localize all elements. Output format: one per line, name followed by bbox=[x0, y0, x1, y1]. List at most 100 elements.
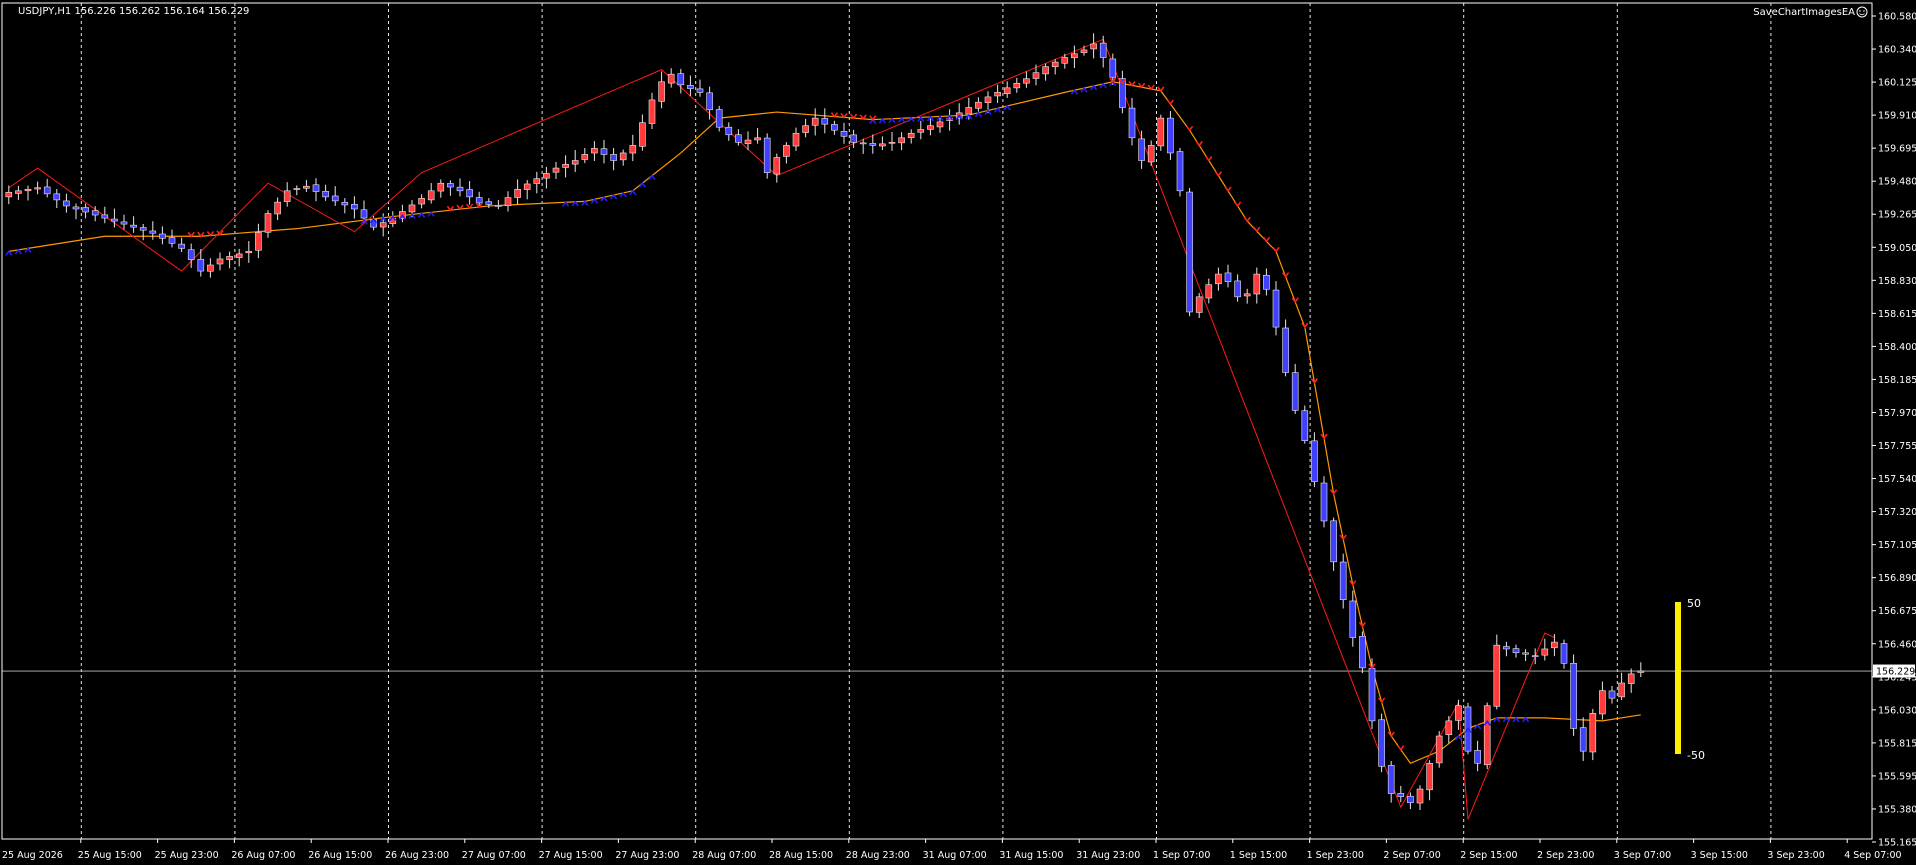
candle-body bbox=[475, 197, 483, 204]
price-tick-label: 157.320 bbox=[1878, 507, 1916, 518]
candle-body bbox=[1627, 673, 1635, 684]
candle-body bbox=[1320, 482, 1328, 522]
candle-body bbox=[1493, 644, 1501, 707]
candle-body bbox=[1167, 117, 1174, 154]
candle-body bbox=[264, 213, 272, 233]
candle-body bbox=[207, 264, 214, 272]
price-chart[interactable]: 50 -50 160.580 160.340 160.125 159.910 159.69… bbox=[0, 0, 1916, 865]
candle-body bbox=[53, 193, 61, 201]
candle-body bbox=[168, 237, 176, 244]
time-tick-label: 26 Aug 23:00 bbox=[385, 850, 449, 861]
oscillator-bottom-label: -50 bbox=[1687, 749, 1705, 762]
price-tick-label: 160.580 bbox=[1878, 12, 1916, 23]
candle-body bbox=[495, 205, 502, 207]
candle-body bbox=[581, 154, 589, 160]
candle bbox=[763, 133, 771, 179]
price-tick-label: 157.540 bbox=[1878, 474, 1916, 485]
candle-body bbox=[1541, 648, 1549, 656]
candle-body bbox=[687, 85, 694, 89]
candle-body bbox=[427, 190, 435, 201]
candle-body bbox=[159, 233, 166, 239]
candle-body bbox=[139, 227, 147, 231]
candle-body bbox=[1272, 289, 1280, 328]
candle-body bbox=[821, 118, 829, 125]
candle-body bbox=[1426, 762, 1433, 791]
candle-body bbox=[485, 201, 493, 205]
candle-body bbox=[178, 243, 185, 249]
candle-body bbox=[1099, 42, 1107, 58]
candle-body bbox=[754, 137, 761, 141]
candle-body bbox=[91, 210, 99, 216]
time-tick-label: 1 Sep 23:00 bbox=[1307, 850, 1364, 861]
candle-body bbox=[187, 249, 195, 261]
candle-body bbox=[1071, 53, 1078, 59]
candle bbox=[1435, 731, 1443, 768]
candle-body bbox=[552, 167, 560, 173]
candle-body bbox=[1253, 273, 1261, 295]
candle-body bbox=[130, 224, 137, 228]
candle-body bbox=[111, 218, 118, 222]
candle bbox=[1301, 405, 1309, 444]
candle-body bbox=[255, 232, 262, 251]
candle-body bbox=[24, 188, 32, 192]
candle-body bbox=[466, 189, 473, 198]
candle-body bbox=[43, 186, 51, 195]
candle-body bbox=[312, 184, 320, 192]
candle-body bbox=[523, 183, 531, 190]
candle-body bbox=[831, 124, 838, 131]
candle-body bbox=[936, 121, 944, 128]
price-tick-label: 159.480 bbox=[1878, 177, 1916, 188]
candle-body bbox=[1618, 682, 1625, 698]
price-tick-label: 157.105 bbox=[1878, 540, 1916, 551]
candle-body bbox=[1637, 670, 1645, 673]
candle-body bbox=[1195, 296, 1203, 313]
candle-body bbox=[514, 188, 521, 198]
candle-body bbox=[1445, 720, 1453, 735]
price-tick-label: 159.050 bbox=[1878, 243, 1916, 254]
time-tick-label: 28 Aug 15:00 bbox=[769, 850, 833, 861]
candle-body bbox=[101, 214, 109, 219]
candle-body bbox=[629, 145, 637, 154]
price-tick-label: 155.380 bbox=[1878, 804, 1916, 815]
candle-body bbox=[1243, 293, 1251, 297]
price-tick-label: 158.185 bbox=[1878, 375, 1916, 386]
candle-body bbox=[322, 190, 329, 198]
candle-body bbox=[1186, 191, 1193, 313]
candle-body bbox=[226, 256, 233, 260]
candle bbox=[1493, 634, 1501, 710]
candle-body bbox=[1512, 648, 1520, 654]
candle-body bbox=[15, 190, 22, 194]
candle-body bbox=[1378, 719, 1385, 767]
candle-body bbox=[898, 137, 905, 144]
candle-body bbox=[1234, 280, 1241, 298]
candle-body bbox=[1397, 793, 1405, 797]
time-tick-label: 3 Sep 15:00 bbox=[1691, 850, 1748, 861]
candle-body bbox=[783, 145, 790, 157]
candle-body bbox=[994, 92, 1001, 97]
candle-body bbox=[706, 92, 713, 111]
candle-body bbox=[543, 173, 550, 179]
candle bbox=[1570, 654, 1577, 736]
candle-body bbox=[1291, 372, 1299, 411]
candle-body bbox=[437, 182, 445, 192]
candle-body bbox=[1435, 735, 1443, 764]
candle-body bbox=[63, 200, 70, 207]
candle-body bbox=[1416, 788, 1424, 804]
candle-body bbox=[907, 132, 915, 138]
candle-body bbox=[1023, 78, 1030, 84]
candle-body bbox=[274, 201, 281, 215]
candle-body bbox=[1531, 655, 1539, 657]
candle-body bbox=[1503, 646, 1510, 650]
candle-body bbox=[1368, 667, 1376, 722]
candle-body bbox=[1407, 795, 1414, 803]
candle-body bbox=[456, 186, 464, 192]
candle-body bbox=[360, 209, 368, 219]
candle-body bbox=[619, 152, 627, 161]
candle-body bbox=[1483, 705, 1491, 766]
candle-body bbox=[1080, 49, 1088, 53]
time-tick-label: 26 Aug 07:00 bbox=[231, 850, 295, 861]
candle-body bbox=[725, 126, 733, 136]
candle-body bbox=[667, 73, 675, 84]
time-tick-label: 3 Sep 07:00 bbox=[1614, 850, 1671, 861]
candle-body bbox=[1301, 410, 1309, 441]
